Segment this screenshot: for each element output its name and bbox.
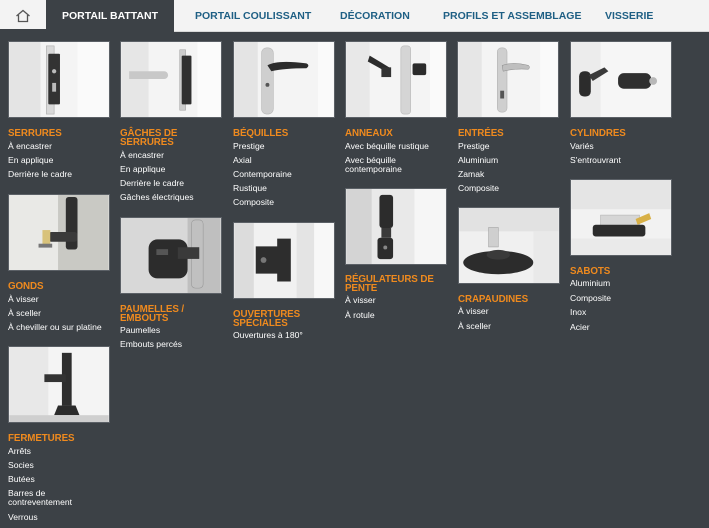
category-title-cylindres[interactable]: CYLINDRES — [570, 129, 626, 139]
tab-portail-coulissant[interactable]: PORTAIL COULISSANT — [195, 0, 311, 32]
link-sabots-inox[interactable]: Inox — [570, 308, 586, 317]
link-serrures-derriere-le-cadre[interactable]: Derrière le cadre — [8, 170, 72, 179]
link-anneaux-beq-rustique[interactable]: Avec béquille rustique — [345, 142, 429, 151]
link-entrees-prestige[interactable]: Prestige — [458, 142, 490, 151]
link-anneaux-beq-contemporaine[interactable]: Avec béquille contemporaine — [345, 156, 445, 174]
category-title-crapaudines[interactable]: CRAPAUDINES — [458, 295, 528, 305]
ouvertures-speciales-image[interactable] — [233, 222, 335, 299]
link-gaches-a-encastrer[interactable]: À encastrer — [120, 151, 164, 160]
mega-menu-panel: SERRURES À encastrer En applique Derrièr… — [0, 32, 709, 528]
tab-decoration[interactable]: DÉCORATION — [340, 0, 410, 32]
link-crapaudines-a-sceller[interactable]: À sceller — [458, 322, 491, 331]
link-fermetures-barres-de-contreventement[interactable]: Barres de contreventement — [8, 489, 108, 507]
entrees-image[interactable] — [457, 41, 559, 118]
crapaudines-image[interactable] — [458, 207, 560, 284]
link-fermetures-arrets[interactable]: Arrêts — [8, 447, 31, 456]
link-gaches-electriques[interactable]: Gâches électriques — [120, 193, 194, 202]
category-title-sabots[interactable]: SABOTS — [570, 267, 610, 277]
regulateurs-de-pente-image[interactable] — [345, 188, 447, 265]
link-fermetures-verrous[interactable]: Verrous — [8, 513, 38, 522]
serrures-image[interactable] — [8, 41, 110, 118]
home-icon — [16, 9, 30, 23]
cylindres-image[interactable] — [570, 41, 672, 118]
link-sabots-composite[interactable]: Composite — [570, 294, 611, 303]
link-gaches-en-applique[interactable]: En applique — [120, 165, 165, 174]
link-fermetures-socies[interactable]: Socies — [8, 461, 34, 470]
gaches-image[interactable] — [120, 41, 222, 118]
link-entrees-aluminium[interactable]: Aluminium — [458, 156, 498, 165]
category-title-bequilles[interactable]: BÉQUILLES — [233, 129, 288, 139]
link-sabots-acier[interactable]: Acier — [570, 323, 590, 332]
main-nav: PORTAIL BATTANT PORTAIL COULISSANT DÉCOR… — [0, 0, 709, 32]
tab-portail-battant[interactable]: PORTAIL BATTANT — [46, 0, 174, 32]
fermetures-image[interactable] — [8, 346, 110, 423]
link-sabots-aluminium[interactable]: Aluminium — [570, 279, 610, 288]
bequilles-image[interactable] — [233, 41, 335, 118]
tab-visserie[interactable]: VISSERIE — [605, 0, 653, 32]
category-title-regulateurs-de-pente[interactable]: RÉGULATEURS DE PENTE — [345, 275, 445, 294]
category-title-anneaux[interactable]: ANNEAUX — [345, 129, 393, 139]
category-title-gonds[interactable]: GONDS — [8, 282, 44, 292]
link-gaches-derriere-le-cadre[interactable]: Derrière le cadre — [120, 179, 184, 188]
link-bequilles-contemporaine[interactable]: Contemporaine — [233, 170, 292, 179]
link-cylindres-varies[interactable]: Variés — [570, 142, 594, 151]
anneaux-image[interactable] — [345, 41, 447, 118]
link-bequilles-rustique[interactable]: Rustique — [233, 184, 267, 193]
link-bequilles-axial[interactable]: Axial — [233, 156, 252, 165]
category-title-gaches-de-serrures[interactable]: GÂCHES DE SERRURES — [120, 129, 220, 148]
link-crapaudines-a-visser[interactable]: À visser — [458, 307, 489, 316]
link-embouts-perces[interactable]: Embouts percés — [120, 340, 182, 349]
link-bequilles-composite[interactable]: Composite — [233, 198, 274, 207]
category-title-entrees[interactable]: ENTRÉES — [458, 129, 504, 139]
link-paumelles[interactable]: Paumelles — [120, 326, 160, 335]
category-title-serrures[interactable]: SERRURES — [8, 129, 62, 139]
link-gonds-a-visser[interactable]: À visser — [8, 295, 39, 304]
link-fermetures-butees[interactable]: Butées — [8, 475, 35, 484]
category-title-fermetures[interactable]: FERMETURES — [8, 434, 75, 444]
category-title-ouvertures-speciales[interactable]: OUVERTURES SPÉCIALES — [233, 310, 333, 329]
gonds-image[interactable] — [8, 194, 110, 271]
link-gonds-a-sceller[interactable]: À sceller — [8, 309, 41, 318]
link-entrees-zamak[interactable]: Zamak — [458, 170, 484, 179]
home-button[interactable] — [0, 0, 46, 32]
link-cylindres-sentrouvrant[interactable]: S'entrouvrant — [570, 156, 621, 165]
paumelles-image[interactable] — [120, 217, 222, 294]
link-ouvertures-a-180[interactable]: Ouvertures à 180° — [233, 331, 303, 340]
category-title-paumelles-embouts[interactable]: PAUMELLES / EMBOUTS — [120, 305, 220, 324]
link-gonds-a-cheviller[interactable]: À cheviller ou sur platine — [8, 323, 102, 332]
link-serrures-a-encastrer[interactable]: À encastrer — [8, 142, 52, 151]
link-regulateurs-a-visser[interactable]: À visser — [345, 296, 376, 305]
link-regulateurs-a-rotule[interactable]: À rotule — [345, 311, 375, 320]
link-entrees-composite[interactable]: Composite — [458, 184, 499, 193]
link-serrures-en-applique[interactable]: En applique — [8, 156, 53, 165]
sabots-image[interactable] — [570, 179, 672, 256]
link-bequilles-prestige[interactable]: Prestige — [233, 142, 265, 151]
tab-profils-et-assemblage[interactable]: PROFILS ET ASSEMBLAGE — [443, 0, 581, 32]
